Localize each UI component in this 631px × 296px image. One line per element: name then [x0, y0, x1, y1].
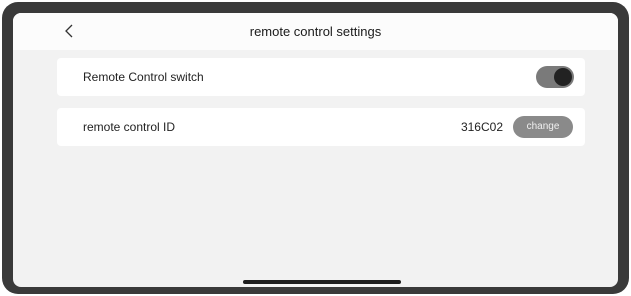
page-title: remote control settings: [249, 24, 382, 39]
home-indicator[interactable]: [243, 280, 401, 284]
remote-control-id-value: 316C02: [460, 120, 503, 134]
app-screen: remote control settings Remote Control s…: [13, 13, 618, 287]
remote-control-id-label: remote control ID: [83, 120, 176, 134]
remote-control-switch-label: Remote Control switch: [83, 70, 204, 84]
remote-control-toggle[interactable]: [536, 66, 574, 88]
header-bar: remote control settings: [13, 13, 618, 50]
change-id-button[interactable]: change: [513, 116, 573, 138]
toggle-knob: [554, 68, 572, 86]
device-frame: remote control settings Remote Control s…: [2, 2, 629, 294]
remote-control-switch-row: Remote Control switch: [57, 58, 585, 96]
remote-control-id-row: remote control ID 316C02 change: [57, 108, 585, 146]
